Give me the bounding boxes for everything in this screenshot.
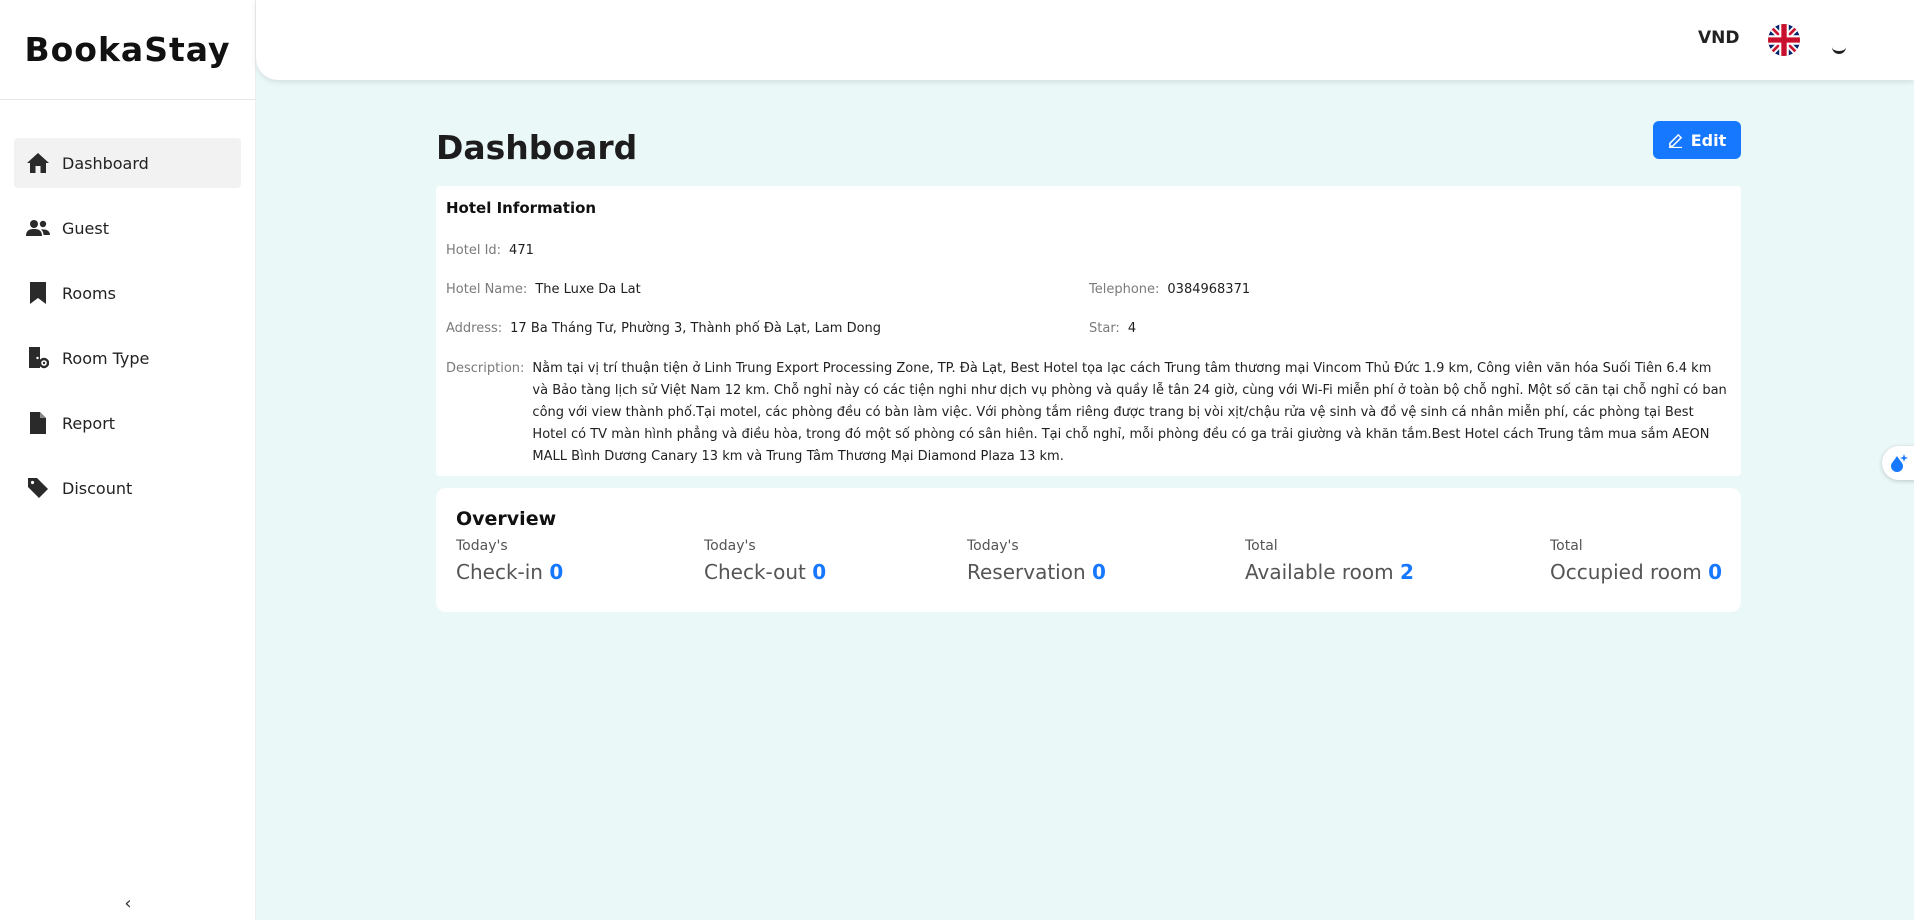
address-value: 17 Ba Tháng Tư, Phường 3, Thành phố Đà L… xyxy=(510,321,882,336)
address-field: Address: 17 Ba Tháng Tư, Phường 3, Thành… xyxy=(446,321,881,336)
stat-label: Check-out xyxy=(704,560,806,584)
hotel-name-label: Hotel Name: xyxy=(446,282,528,297)
edit-icon xyxy=(1668,133,1682,148)
sidebar-item-label: Dashboard xyxy=(62,153,149,173)
uk-flag-icon[interactable] xyxy=(1768,24,1800,56)
currency-selector[interactable]: VND xyxy=(1698,28,1740,48)
stat-label: Check-in xyxy=(456,560,543,584)
user-avatar[interactable] xyxy=(1832,44,1846,54)
star-label: Star: xyxy=(1089,321,1120,336)
stat-value: 0 xyxy=(1092,560,1106,584)
edit-button-label: Edit xyxy=(1690,130,1727,150)
stat-label: Occupied room xyxy=(1550,560,1702,584)
stat-checkout: Today's Check-out 0 xyxy=(704,538,826,584)
sidebar-item-rooms[interactable]: Rooms xyxy=(14,268,241,318)
stat-caption: Today's xyxy=(967,538,1019,554)
door-settings-icon xyxy=(26,346,50,370)
sidebar-item-guest[interactable]: Guest xyxy=(14,203,241,253)
sidebar-nav: Dashboard Guest Rooms Room Type Report D… xyxy=(0,100,255,513)
hotel-info-card: Hotel Information Hotel Id: 471 Hotel Na… xyxy=(436,186,1741,476)
app-logo[interactable]: BookaStay xyxy=(0,0,255,100)
hotel-id-label: Hotel Id: xyxy=(446,243,502,258)
sidebar-item-discount[interactable]: Discount xyxy=(14,463,241,513)
stat-value: 0 xyxy=(1708,560,1723,584)
bookmark-icon xyxy=(26,281,50,305)
file-icon xyxy=(26,411,50,435)
star-field: Star: 4 xyxy=(1089,321,1136,336)
hotel-id-field: Hotel Id: 471 xyxy=(446,243,534,258)
overview-card: Overview Today's Check-in 0 Today's Chec… xyxy=(436,488,1741,612)
collapse-sidebar-button[interactable]: ‹ xyxy=(0,888,256,918)
home-icon xyxy=(26,151,50,175)
sidebar-item-report[interactable]: Report xyxy=(14,398,241,448)
hotel-info-title: Hotel Information xyxy=(446,199,597,217)
stat-occupied-room: Total Occupied room 0 xyxy=(1550,538,1722,584)
floating-assistant-button[interactable] xyxy=(1882,446,1914,480)
address-label: Address: xyxy=(446,321,503,336)
tag-icon xyxy=(26,476,50,500)
telephone-field: Telephone: 0384968371 xyxy=(1089,282,1250,297)
telephone-value: 0384968371 xyxy=(1167,282,1251,297)
stat-label: Available room xyxy=(1245,560,1394,584)
star-value: 4 xyxy=(1127,321,1137,336)
stat-label: Reservation xyxy=(967,560,1086,584)
sidebar-item-label: Discount xyxy=(62,478,133,498)
hotel-name-value: The Luxe Da Lat xyxy=(535,282,641,297)
sidebar-item-label: Guest xyxy=(62,218,109,238)
hotel-name-field: Hotel Name: The Luxe Da Lat xyxy=(446,282,641,297)
page-title: Dashboard xyxy=(436,128,638,167)
hotel-id-value: 471 xyxy=(509,243,534,258)
users-icon xyxy=(26,216,50,240)
sidebar-item-label: Report xyxy=(62,413,116,433)
sidebar: BookaStay Dashboard Guest Rooms Room Typ… xyxy=(0,0,256,920)
stat-caption: Total xyxy=(1550,538,1583,554)
sidebar-item-label: Room Type xyxy=(62,348,150,368)
sidebar-item-label: Rooms xyxy=(62,283,116,303)
stat-caption: Today's xyxy=(456,538,508,554)
description-field: Description: Nằm tại vị trí thuận tiện ở… xyxy=(446,358,1731,468)
stat-checkin: Today's Check-in 0 xyxy=(456,538,563,584)
description-label: Description: xyxy=(446,361,525,376)
overview-title: Overview xyxy=(456,508,557,530)
stat-value: 0 xyxy=(549,560,564,584)
sidebar-item-dashboard[interactable]: Dashboard xyxy=(14,138,241,188)
stat-caption: Total xyxy=(1245,538,1278,554)
stat-value: 2 xyxy=(1399,560,1414,584)
stat-available-room: Total Available room 2 xyxy=(1245,538,1414,584)
sidebar-item-room-type[interactable]: Room Type xyxy=(14,333,241,383)
telephone-label: Telephone: xyxy=(1089,282,1160,297)
top-header: VND xyxy=(256,0,1914,80)
edit-button[interactable]: Edit xyxy=(1653,121,1741,159)
droplet-sparkle-icon xyxy=(1891,454,1908,472)
stat-reservation: Today's Reservation 0 xyxy=(967,538,1106,584)
description-value: Nằm tại vị trí thuận tiện ở Linh Trung E… xyxy=(532,361,1727,464)
stat-caption: Today's xyxy=(704,538,756,554)
stat-value: 0 xyxy=(812,560,827,584)
